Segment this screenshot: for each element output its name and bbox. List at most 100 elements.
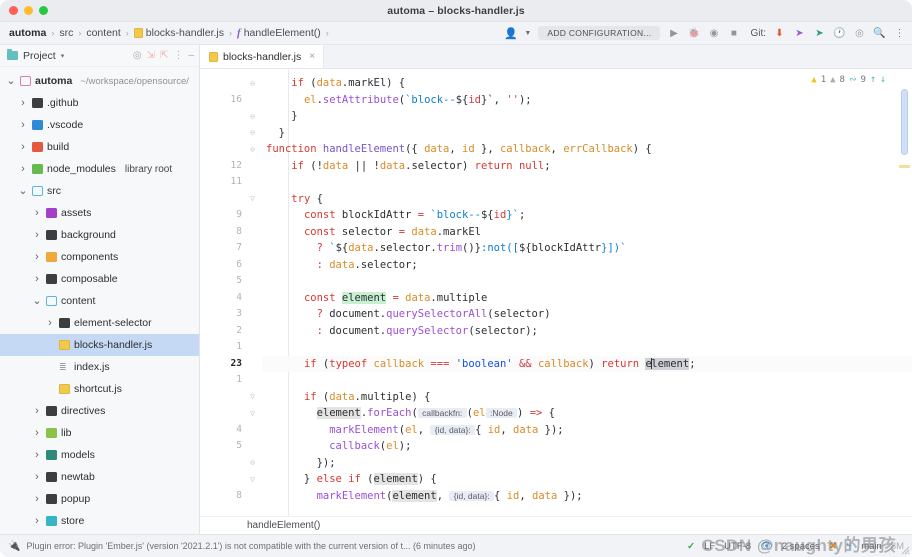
code-line[interactable]: callback(el); (262, 438, 912, 455)
tree-item-index-js[interactable]: ≣ index.js (0, 356, 199, 378)
tree-item-directives[interactable]: › directives (0, 400, 199, 422)
code-line[interactable]: } else if (element) { (262, 471, 912, 488)
tree-item-composable[interactable]: › composable (0, 268, 199, 290)
line-number[interactable]: ⊖ (200, 125, 262, 142)
close-tab-icon[interactable]: × (309, 51, 315, 62)
code-line[interactable]: : data.selector; (262, 257, 912, 274)
git-rollback-icon[interactable]: ◎ (853, 27, 866, 40)
line-number[interactable]: ▽ (200, 405, 262, 422)
chevron-right-icon[interactable]: › (18, 119, 28, 131)
line-number[interactable]: 2 (200, 323, 262, 340)
code-fold-icon[interactable]: ⊖ (248, 112, 257, 121)
chevron-right-icon[interactable]: › (32, 471, 42, 483)
line-number[interactable]: 3 (200, 306, 262, 323)
run-icon[interactable]: ▶ (667, 27, 680, 40)
code-fold-icon[interactable]: ▽ (248, 392, 257, 401)
line-number[interactable]: ▽ (200, 389, 262, 406)
code-fold-icon[interactable]: ⊖ (248, 79, 257, 88)
chevron-right-icon[interactable]: › (18, 163, 28, 175)
code-line[interactable]: ? `${data.selector.trim()}:not([${blockI… (262, 240, 912, 257)
code-line[interactable]: el.setAttribute(`block--${id}`, ''); (262, 92, 912, 109)
code-fold-icon[interactable]: ⊖ (248, 145, 257, 154)
line-number[interactable]: ▽ (200, 471, 262, 488)
line-number[interactable]: 1 (200, 372, 262, 389)
code-line[interactable]: } (262, 125, 912, 142)
tree-item-popup[interactable]: › popup (0, 488, 199, 510)
line-number[interactable]: 8 (200, 488, 262, 505)
chevron-right-icon[interactable]: › (32, 405, 42, 417)
tree-item-src[interactable]: ⌄ src (0, 180, 199, 202)
breadcrumb-item-content[interactable]: content (86, 27, 120, 39)
line-number[interactable]: 16 (200, 92, 262, 109)
line-number[interactable]: ▽ (200, 191, 262, 208)
chevron-down-icon[interactable]: ▼ (524, 30, 531, 37)
line-number[interactable]: 7 (200, 240, 262, 257)
tree-item-lib[interactable]: › lib (0, 422, 199, 444)
chevron-right-icon[interactable]: › (32, 515, 42, 527)
line-separator-indicator[interactable]: LF (704, 541, 715, 552)
project-tree[interactable]: ⌄ automa ~/workspace/opensource/ › .github ›.… (0, 67, 199, 534)
tab-blocks-handler-js[interactable]: blocks-handler.js × (200, 45, 325, 68)
git-commit-icon[interactable]: ➤ (813, 27, 826, 40)
chevron-down-icon[interactable]: ⌄ (32, 296, 42, 307)
line-number[interactable]: 4 (200, 422, 262, 439)
editor-gutter[interactable]: ⊖ 16 ⊖ ⊖ ⊖ 12 11 ▽ 9 8 7 6 5 4 3 2 1 23 1 ▽ ▽ 4 5 ⊖ ▽ 8 (200, 69, 262, 516)
tree-item-node-modules[interactable]: › node_modules library root (0, 158, 199, 180)
code-line[interactable]: const element = data.multiple (262, 290, 912, 307)
chevron-right-icon[interactable]: › (32, 273, 42, 285)
code-fold-icon[interactable]: ▽ (248, 475, 257, 484)
chevron-right-icon[interactable]: › (32, 207, 42, 219)
breadcrumb-item-function[interactable]: f handleElement() (237, 27, 321, 39)
warning-marker[interactable] (899, 165, 910, 168)
git-push-icon[interactable]: ➤ (793, 27, 806, 40)
line-number[interactable]: 11 (200, 174, 262, 191)
inspection-widget[interactable]: ▲ 1 ▲ 8 ∾ 9 ↑ ↓ (811, 74, 886, 85)
chevron-right-icon[interactable]: › (32, 449, 42, 461)
code-line[interactable]: ? document.querySelectorAll(selector) (262, 306, 912, 323)
chevron-right-icon[interactable]: › (32, 229, 42, 241)
tree-item-element-selector[interactable]: › element-selector (0, 312, 199, 334)
chevron-right-icon[interactable]: › (32, 427, 42, 439)
branch-indicator[interactable]: main (861, 541, 882, 552)
eye-icon[interactable]: 👁 (760, 541, 773, 552)
inspections-ok-icon[interactable]: ✓ (687, 541, 695, 552)
chevron-right-icon[interactable]: › (32, 493, 42, 505)
breadcrumb-item-automa[interactable]: automa (9, 27, 46, 39)
tree-item-content[interactable]: ⌄ content (0, 290, 199, 312)
chevron-down-icon[interactable]: ▾ (61, 52, 65, 60)
line-number[interactable]: 9 (200, 207, 262, 224)
breadcrumb-item-file[interactable]: blocks-handler.js (133, 27, 224, 39)
line-number[interactable]: ⊖ (200, 141, 262, 158)
line-number[interactable]: 5 (200, 273, 262, 290)
code-line[interactable] (262, 372, 912, 389)
more-options-icon[interactable]: ⋮ (173, 50, 183, 61)
chevron-right-icon[interactable]: › (45, 317, 55, 329)
next-problem-icon[interactable]: ↓ (880, 74, 886, 85)
line-number[interactable]: ⊖ (200, 455, 262, 472)
vertical-scrollbar[interactable] (901, 89, 908, 155)
chevron-right-icon[interactable]: › (18, 97, 28, 109)
encoding-indicator[interactable]: UTF-8 (724, 541, 751, 552)
code-fold-icon[interactable]: ▽ (248, 409, 257, 418)
collapse-all-icon[interactable]: ⇲ (147, 50, 155, 61)
indent-indicator[interactable]: 2 spaces (782, 541, 820, 552)
tree-item-newtab[interactable]: › newtab (0, 466, 199, 488)
code-line[interactable] (262, 339, 912, 356)
code-editor[interactable]: ▲ 1 ▲ 8 ∾ 9 ↑ ↓ ⊖ 16 ⊖ ⊖ ⊖ 12 11 ▽ 9 8 7 6 5 4 3 2 1 23 1 ▽… (200, 69, 912, 516)
code-line[interactable]: if (data.multiple) { (262, 389, 912, 406)
resize-grip-icon[interactable] (901, 546, 910, 555)
more-options-icon[interactable]: ⋮ (893, 27, 906, 40)
line-number[interactable]: 5 (200, 438, 262, 455)
git-update-icon[interactable]: ⬇ (773, 27, 786, 40)
code-line[interactable]: try { (262, 191, 912, 208)
wrench-icon[interactable]: ✖ (829, 541, 837, 552)
tree-item-models[interactable]: › models (0, 444, 199, 466)
line-number[interactable]: 1 (200, 339, 262, 356)
tree-item-assets[interactable]: › assets (0, 202, 199, 224)
code-line[interactable]: : document.querySelector(selector); (262, 323, 912, 340)
tree-item--vscode[interactable]: › .vscode (0, 114, 199, 136)
tree-item--github[interactable]: › .github (0, 92, 199, 114)
run-configuration-selector[interactable]: ADD CONFIGURATION... (538, 26, 661, 40)
chevron-down-icon[interactable]: ⌄ (6, 76, 16, 87)
avatar-icon[interactable]: 👤 (504, 27, 518, 40)
